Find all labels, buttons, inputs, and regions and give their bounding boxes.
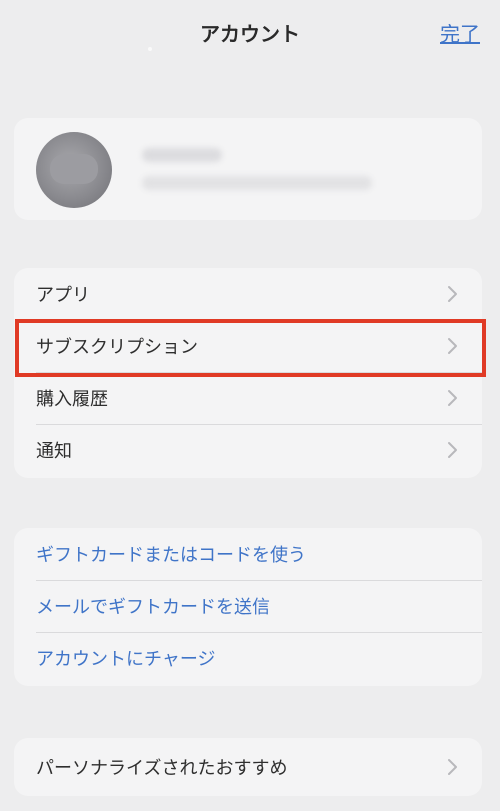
gift-item-label: アカウントにチャージ [36,649,216,670]
chevron-right-icon [447,441,458,459]
chevron-right-icon [447,285,458,303]
personalized-label: パーソナライズされたおすすめ [36,758,288,779]
profile-email-redacted [142,176,372,190]
gift-item-label: ギフトカードまたはコードを使う [36,545,306,566]
menu-item-apps[interactable]: アプリ [14,268,482,320]
menu-item-label: 購入履歴 [36,389,108,410]
personalized-recommendations-item[interactable]: パーソナライズされたおすすめ [14,738,482,796]
redeem-gift-card-link[interactable]: ギフトカードまたはコードを使う [14,528,482,580]
chevron-right-icon [447,389,458,407]
avatar [36,132,112,208]
screen-speck [148,47,152,51]
account-menu-list: アプリ サブスクリプション 購入履歴 通知 [14,268,482,478]
menu-item-label: アプリ [36,285,90,306]
menu-item-subscriptions[interactable]: サブスクリプション [14,320,482,372]
done-button[interactable]: 完了 [440,18,480,47]
avatar-image [50,154,98,184]
profile-name-redacted [142,148,222,162]
page-title: アカウント [200,22,300,46]
navigation-bar: アカウント 完了 [0,0,500,70]
menu-item-notifications[interactable]: 通知 [14,424,482,476]
menu-item-label: サブスクリプション [36,337,198,358]
personalization-card: パーソナライズされたおすすめ [14,738,482,796]
menu-item-label: 通知 [36,441,72,462]
gift-item-label: メールでギフトカードを送信 [36,597,270,618]
add-funds-link[interactable]: アカウントにチャージ [14,632,482,684]
send-gift-card-link[interactable]: メールでギフトカードを送信 [14,580,482,632]
chevron-right-icon [447,337,458,355]
menu-item-purchase-history[interactable]: 購入履歴 [14,372,482,424]
profile-card[interactable] [14,118,482,220]
chevron-right-icon [447,758,458,776]
gift-card-list: ギフトカードまたはコードを使う メールでギフトカードを送信 アカウントにチャージ [14,528,482,686]
